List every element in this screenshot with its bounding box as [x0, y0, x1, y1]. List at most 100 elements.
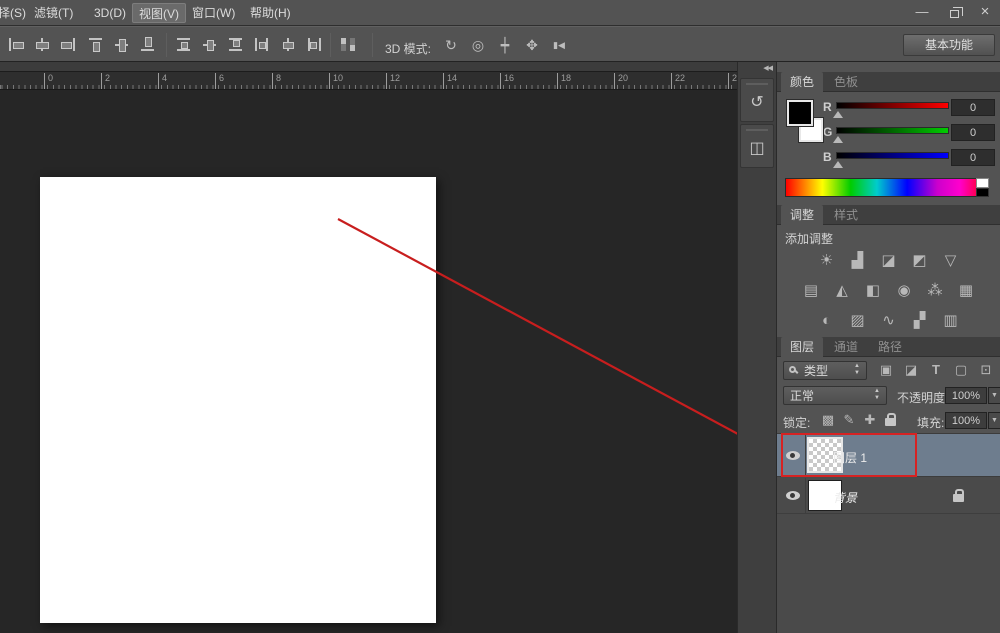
red-value-field[interactable]: 0 — [951, 99, 995, 116]
distribute-bottom-icon[interactable] — [228, 37, 244, 52]
curves-icon[interactable]: ◪ — [878, 250, 900, 271]
posterize-icon[interactable]: ▨ — [847, 310, 869, 331]
lock-position-icon[interactable]: ✚ — [861, 411, 879, 429]
layer-filter-type-dropdown[interactable]: 类型 ▲▼ — [783, 361, 867, 380]
restore-button[interactable] — [941, 2, 967, 22]
minimize-button[interactable]: — — [909, 2, 935, 22]
tab-swatches[interactable]: 色板 — [825, 72, 867, 92]
red-slider[interactable] — [836, 102, 949, 109]
filter-type-label: 类型 — [804, 363, 828, 380]
roll-3d-camera-icon[interactable]: ◎ — [467, 36, 489, 55]
lock-transparent-pixels-icon[interactable]: ▩ — [819, 411, 837, 429]
color-balance-icon[interactable]: ◭ — [831, 280, 853, 301]
align-hcenter-icon[interactable] — [34, 37, 50, 52]
distribute-left-icon[interactable] — [254, 37, 270, 52]
distribute-layers-icon[interactable] — [338, 36, 358, 53]
fill-field[interactable]: 100% — [945, 412, 987, 429]
red-slider-thumb[interactable] — [833, 111, 843, 118]
gradient-map-icon[interactable]: ▞ — [909, 310, 931, 331]
layer-name[interactable]: 背景 — [833, 489, 857, 506]
exposure-icon[interactable]: ◩ — [909, 250, 931, 271]
filter-shape-layers-icon[interactable]: ▢ — [952, 361, 970, 379]
green-channel-label: G — [823, 125, 832, 139]
channel-mixer-icon[interactable]: ⁂ — [924, 280, 946, 301]
hue-saturation-icon[interactable]: ▤ — [800, 280, 822, 301]
spectrum-white-swatch[interactable] — [976, 178, 989, 188]
brightness-contrast-icon[interactable]: ☀ — [816, 250, 838, 271]
slide-3d-camera-icon[interactable]: ✥ — [521, 36, 543, 55]
ruler-tick: 0 — [44, 73, 53, 89]
history-panel-button[interactable]: ↺ — [740, 78, 774, 122]
distribute-vcenter-icon[interactable] — [202, 37, 218, 52]
color-lookup-icon[interactable]: ▦ — [955, 280, 977, 301]
properties-panel-button[interactable]: ◫ — [740, 124, 774, 168]
threshold-icon[interactable]: ∿ — [878, 310, 900, 331]
blue-slider[interactable] — [836, 152, 949, 159]
black-white-icon[interactable]: ◧ — [862, 280, 884, 301]
photo-filter-icon[interactable]: ◉ — [893, 280, 915, 301]
tab-channels[interactable]: 通道 — [825, 337, 867, 357]
document-canvas[interactable] — [40, 177, 436, 623]
align-top-icon[interactable] — [88, 37, 104, 52]
filter-adjustment-layers-icon[interactable]: ◪ — [902, 361, 920, 379]
color-panel-tabs: 颜色 色板 — [777, 72, 1000, 92]
menu-3d[interactable]: 3D(D) — [88, 3, 132, 23]
lock-all-icon[interactable] — [885, 418, 896, 426]
layer-row-background[interactable]: 背景 — [777, 478, 1000, 514]
orbit-3d-camera-icon[interactable]: ↻ — [440, 36, 462, 55]
levels-icon[interactable]: ▟ — [847, 250, 869, 271]
layer-row-layer1[interactable]: 图层 1 — [777, 434, 1000, 477]
menu-view[interactable]: 视图(V) — [132, 3, 186, 23]
filter-type-layers-icon[interactable]: T — [927, 361, 945, 379]
ruler-tick: 12 — [386, 73, 400, 89]
close-button[interactable]: × — [972, 2, 998, 22]
menu-help[interactable]: 帮助(H) — [244, 3, 297, 23]
align-right-icon[interactable] — [60, 37, 76, 52]
opacity-dropdown-arrow[interactable]: ▼ — [988, 387, 1000, 404]
background-locked-icon — [953, 494, 964, 502]
menu-filter[interactable]: 滤镜(T) — [28, 3, 79, 23]
layer-name[interactable]: 图层 1 — [833, 449, 867, 466]
invert-icon[interactable]: ◐ — [816, 310, 838, 331]
foreground-color-swatch[interactable] — [787, 100, 813, 126]
distribute-hcenter-icon[interactable] — [280, 37, 296, 52]
tab-paths[interactable]: 路径 — [869, 337, 911, 357]
blue-value-field[interactable]: 0 — [951, 149, 995, 166]
filter-pixel-layers-icon[interactable]: ▣ — [877, 361, 895, 379]
lock-image-pixels-icon[interactable]: ✎ — [840, 411, 858, 429]
distribute-top-icon[interactable] — [176, 37, 192, 52]
color-spectrum-ramp[interactable] — [785, 178, 989, 197]
fill-dropdown-arrow[interactable]: ▼ — [988, 412, 1000, 429]
filter-smart-objects-icon[interactable]: ⊡ — [977, 361, 995, 379]
align-left-icon[interactable] — [8, 37, 24, 52]
document-tab-strip — [0, 62, 737, 72]
green-slider-thumb[interactable] — [833, 136, 843, 143]
fill-label: 填充: — [917, 414, 944, 431]
layers-panel-tabs: 图层 通道 路径 — [777, 337, 1000, 357]
ruler-tick: 2 — [101, 73, 110, 89]
menu-window[interactable]: 窗口(W) — [186, 3, 241, 23]
canvas-area[interactable]: 0 2 4 6 8 10 12 14 16 18 20 22 24 — [0, 62, 737, 633]
blend-mode-dropdown[interactable]: 正常 ▲▼ — [783, 386, 887, 405]
align-bottom-icon[interactable] — [140, 37, 156, 52]
vibrance-icon[interactable]: ▽ — [940, 250, 962, 271]
tab-adjustments[interactable]: 调整 — [781, 205, 823, 225]
tab-styles[interactable]: 样式 — [825, 205, 867, 225]
visibility-eye-icon[interactable] — [786, 451, 800, 460]
blue-slider-thumb[interactable] — [833, 161, 843, 168]
layers-list: 图层 1 背景 — [777, 433, 1000, 633]
visibility-eye-icon[interactable] — [786, 491, 800, 500]
workspace-switcher-button[interactable]: 基本功能 — [903, 34, 995, 56]
green-slider[interactable] — [836, 127, 949, 134]
tab-color[interactable]: 颜色 — [781, 72, 823, 92]
pan-3d-camera-icon[interactable]: ┿ — [494, 36, 516, 55]
expand-panels-icon[interactable]: ◀◀ — [763, 64, 772, 72]
opacity-field[interactable]: 100% — [945, 387, 987, 404]
align-vcenter-icon[interactable] — [114, 37, 130, 52]
green-value-field[interactable]: 0 — [951, 124, 995, 141]
spectrum-black-swatch[interactable] — [976, 188, 989, 197]
distribute-right-icon[interactable] — [306, 37, 322, 52]
tab-layers[interactable]: 图层 — [781, 337, 823, 357]
zoom-3d-camera-icon[interactable]: ▮◀ — [548, 36, 570, 55]
selective-color-icon[interactable]: ▥ — [940, 310, 962, 331]
